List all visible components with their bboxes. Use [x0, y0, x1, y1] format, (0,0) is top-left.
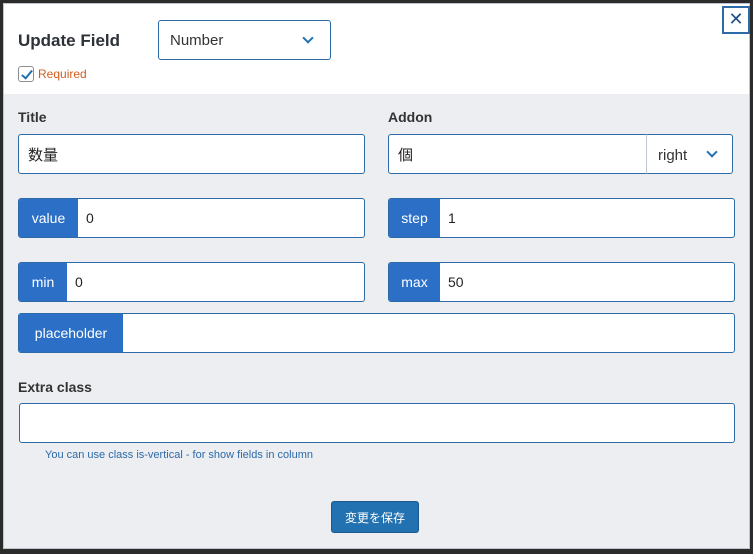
extra-class-help: You can use class is-vertical - for show… [45, 449, 313, 461]
placeholder-tag: placeholder [19, 314, 123, 352]
value-input[interactable]: 0 [78, 199, 364, 237]
min-field: min 0 [18, 262, 365, 302]
value-tag: value [19, 199, 78, 237]
modal-header: Update Field Number Required ✕ [4, 4, 750, 94]
addon-label: Addon [388, 109, 433, 125]
update-field-modal: Update Field Number Required ✕ Title 数量 … [3, 3, 750, 549]
step-field: step 1 [388, 198, 735, 238]
required-checkbox[interactable] [18, 66, 34, 82]
save-changes-button[interactable]: 変更を保存 [331, 501, 419, 533]
field-type-select[interactable]: Number [158, 20, 331, 60]
extra-class-input[interactable] [19, 403, 735, 443]
addon-position-value: right [658, 147, 688, 164]
max-input[interactable]: 50 [440, 263, 734, 301]
extra-class-label: Extra class [18, 379, 92, 395]
chevron-down-icon [706, 146, 718, 158]
close-button[interactable]: ✕ [722, 6, 750, 34]
chevron-down-icon [302, 32, 314, 44]
required-label: Required [38, 67, 87, 81]
placeholder-input[interactable] [123, 314, 734, 352]
placeholder-field: placeholder [18, 313, 735, 353]
step-tag: step [389, 199, 440, 237]
required-toggle[interactable]: Required [18, 66, 87, 82]
addon-input[interactable]: 個 [388, 134, 647, 174]
value-field: value 0 [18, 198, 365, 238]
close-icon: ✕ [728, 9, 744, 30]
field-type-value: Number [170, 32, 224, 49]
title-input[interactable]: 数量 [18, 134, 365, 174]
min-tag: min [19, 263, 67, 301]
modal-title: Update Field [18, 31, 121, 50]
addon-position-select[interactable]: right [646, 134, 733, 174]
max-field: max 50 [388, 262, 735, 302]
min-input[interactable]: 0 [67, 263, 364, 301]
step-input[interactable]: 1 [440, 199, 734, 237]
title-label: Title [18, 109, 47, 125]
max-tag: max [389, 263, 440, 301]
